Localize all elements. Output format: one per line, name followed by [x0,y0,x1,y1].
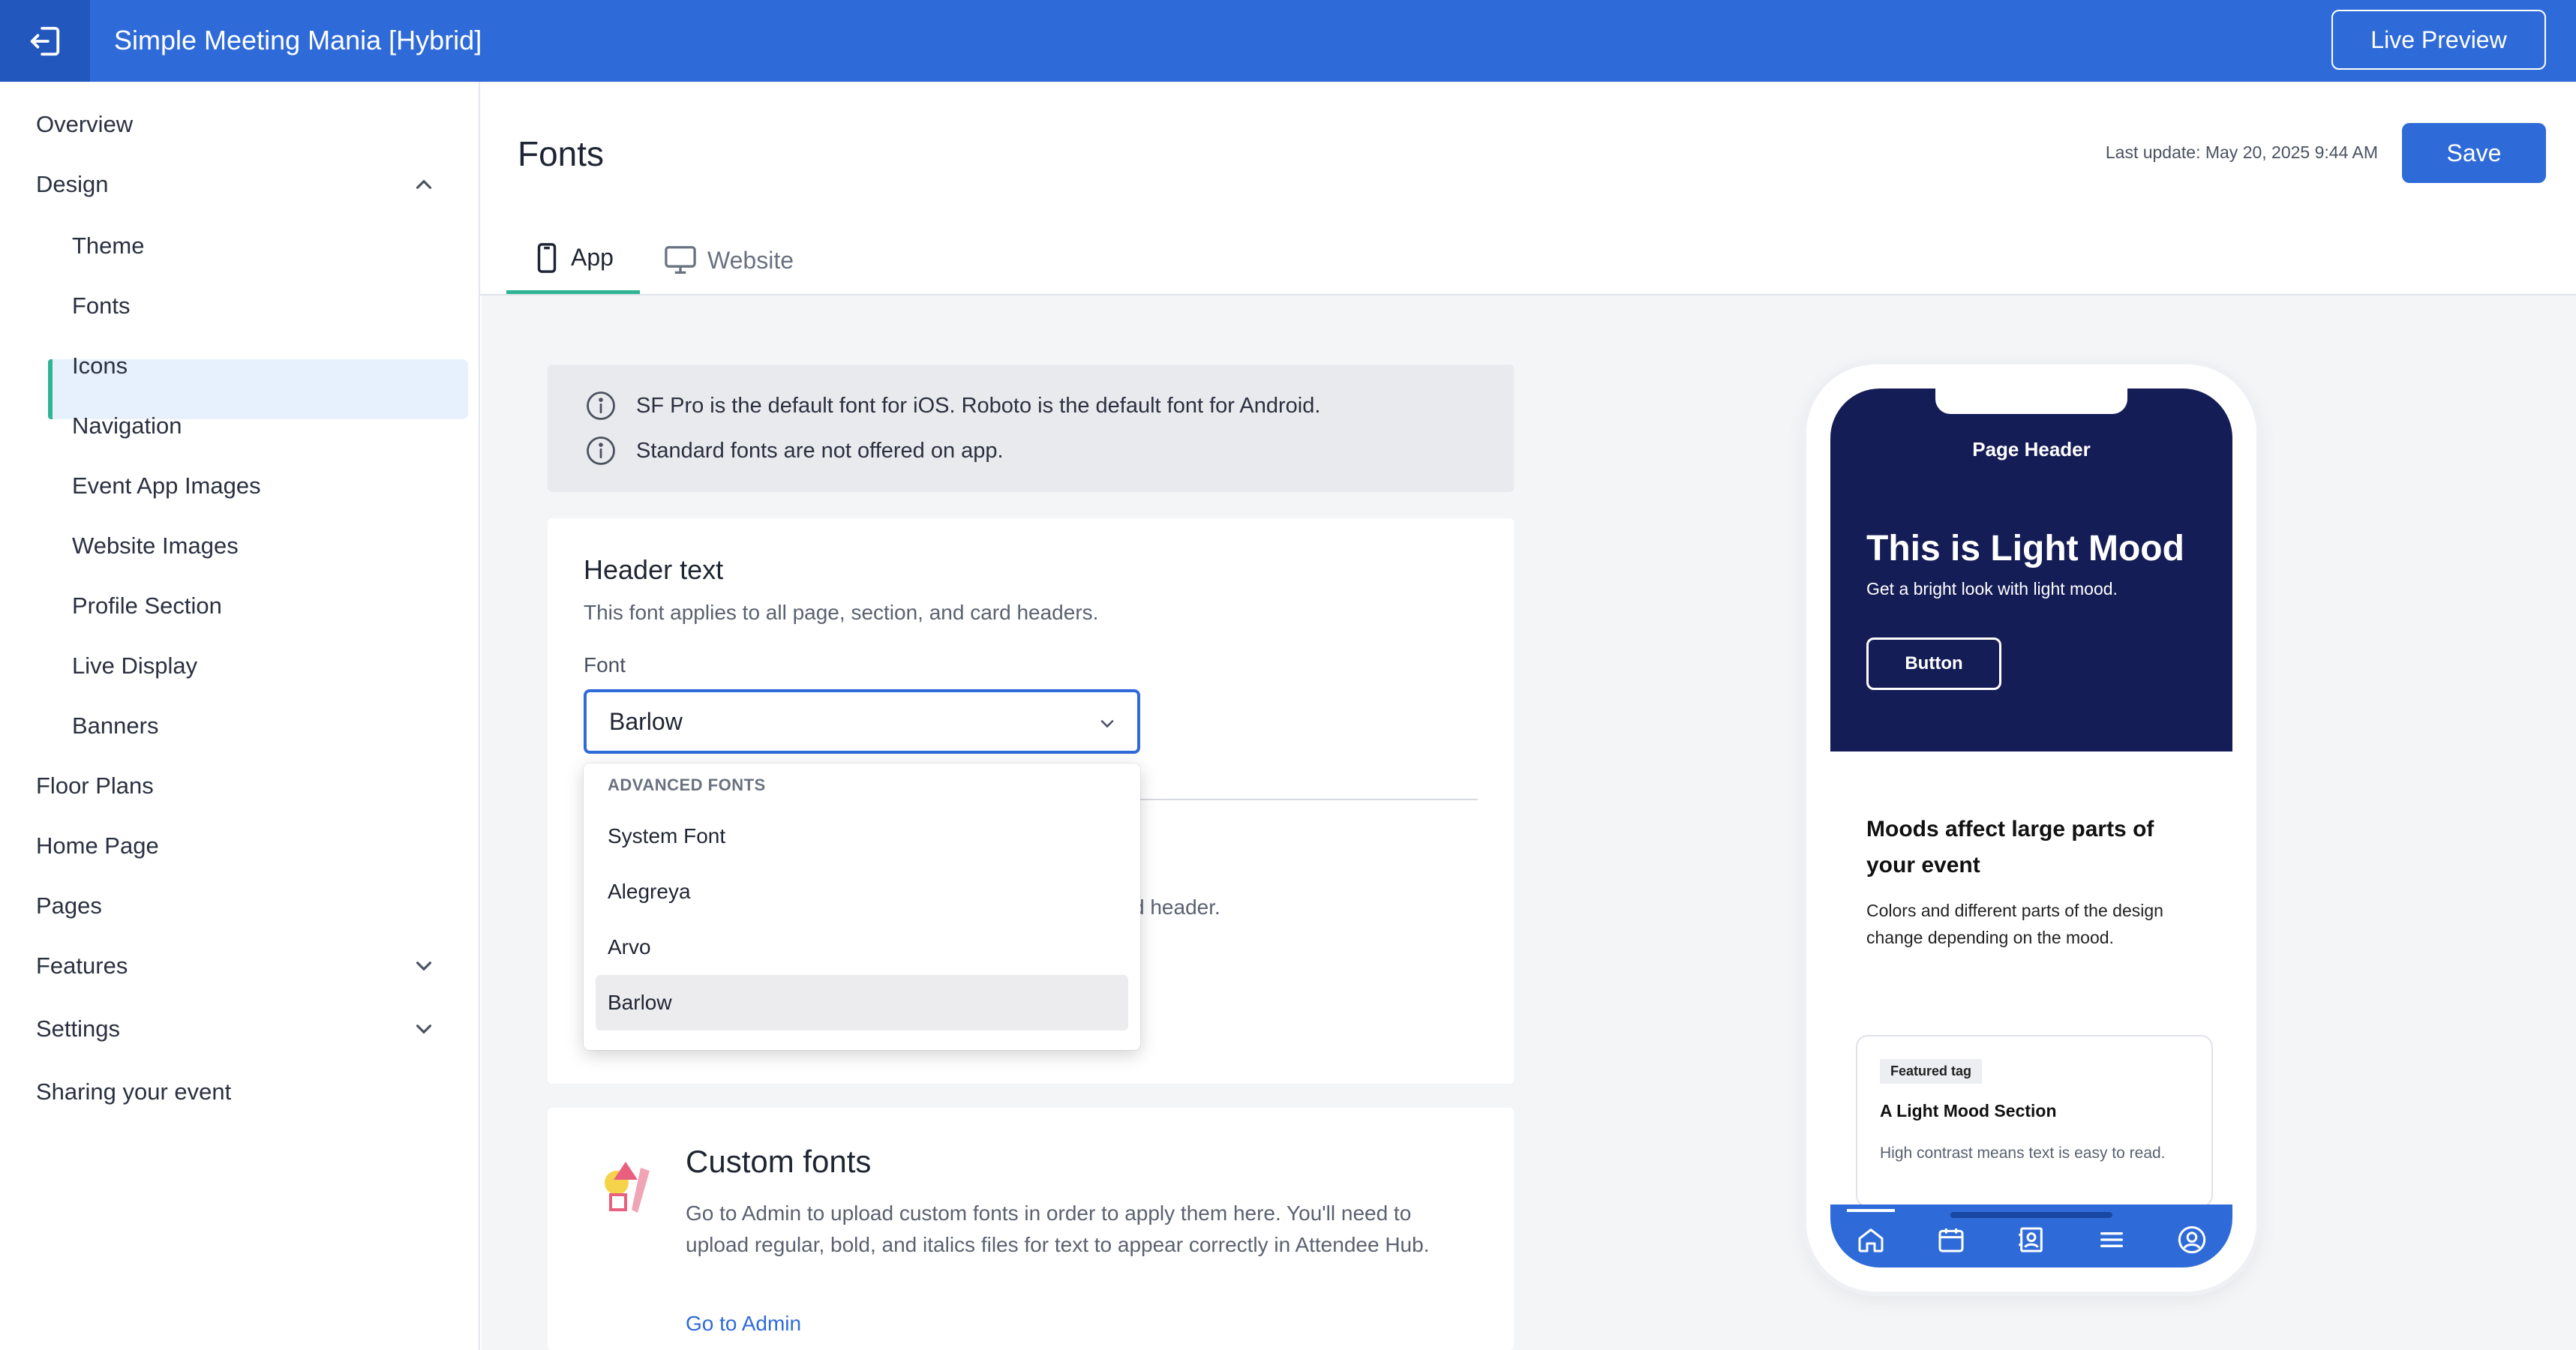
font-option-selected[interactable]: Barlow [596,975,1128,1030]
sidebar-item-icons[interactable]: Icons [72,351,128,381]
profile-icon [2173,1221,2211,1258]
tab-website[interactable]: Website [664,225,829,296]
exit-button[interactable] [0,0,90,82]
top-bar: Simple Meeting Mania [Hybrid] Live Previ… [0,0,2576,82]
sidebar-item-live-display[interactable]: Live Display [72,651,197,681]
font-option[interactable]: Arvo [596,920,1128,975]
phone-icon [537,242,557,273]
sidebar-item-floor-plans[interactable]: Floor Plans [36,771,154,801]
contacts-icon [2013,1221,2050,1258]
preview-moods-title: Moods affect large parts of your event [1866,817,2154,878]
font-select-value: Barlow [609,707,683,735]
chevron-down-icon[interactable] [411,1016,437,1042]
chevron-up-icon[interactable] [411,172,437,197]
font-label: Font [584,653,626,676]
sidebar-item-pages[interactable]: Pages [36,891,102,921]
sidebar-item-event-app-images[interactable]: Event App Images [72,471,261,501]
chevron-down-icon [1100,720,1114,728]
monitor-icon [665,246,696,274]
sidebar-item-fonts[interactable]: Fonts [72,291,131,321]
sidebar-item-sharing-your-event[interactable]: Sharing your event [36,1077,231,1107]
home-icon [1852,1221,1890,1258]
go-to-admin-link[interactable]: Go to Admin [686,1312,801,1336]
event-title: Simple Meeting Mania [Hybrid] [114,25,482,56]
header-text-title: Header text [584,554,724,585]
preview-button: Button [1866,638,2001,690]
info-banner: SF Pro is the default font for iOS. Robo… [548,364,1514,492]
tab-website-label: Website [707,246,794,274]
preview-hero: Page Header This is Light Mood Get a bri… [1830,388,2232,752]
preview-page-header: Page Header [1972,438,2091,460]
preview-card-tag: Featured tag [1880,1059,1983,1084]
font-option[interactable]: System Font [596,808,1128,864]
calendar-icon [1932,1221,1970,1258]
sidebar-item-design[interactable]: Design [36,170,109,200]
dropdown-group-label: ADVANCED FONTS [608,776,766,794]
sidebar-item-features[interactable]: Features [36,951,128,981]
sidebar-item-home-page[interactable]: Home Page [36,831,159,861]
font-dropdown-menu: ADVANCED FONTS System Font Alegreya Arvo… [584,764,1140,1050]
sidebar-item-website-images[interactable]: Website Images [72,531,239,561]
save-button[interactable]: Save [2402,123,2546,183]
sidebar-item-profile-section[interactable]: Profile Section [72,591,222,621]
sidebar-item-banners[interactable]: Banners [72,711,158,741]
tab-app[interactable]: App [506,225,640,296]
tab-app-label: App [571,244,614,271]
preview-moods-text: Colors and different parts of the design… [1866,901,2163,947]
info-icon [587,392,615,420]
font-select[interactable]: Barlow [584,689,1140,754]
sidebar-item-navigation[interactable]: Navigation [72,411,182,441]
font-option[interactable]: Alegreya [596,864,1128,920]
menu-icon [2093,1221,2130,1258]
home-indicator [1950,1212,2112,1218]
nav-active-indicator [1847,1209,1895,1212]
info-line: Standard fonts are not offered on app. [585,435,1004,466]
live-preview-button[interactable]: Live Preview [2331,10,2546,70]
preview-hero-title: This is Light Mood [1866,529,2184,568]
phone-screen: Page Header This is Light Mood Get a bri… [1830,388,2232,1268]
page-title: Fonts [518,134,605,173]
app-preview-phone: Page Header This is Light Mood Get a bri… [1806,364,2256,1292]
info-line: SF Pro is the default font for iOS. Robo… [585,390,1320,422]
sidebar: Overview Design Theme Fonts Icons Naviga… [0,82,480,1350]
preview-card-title: A Light Mood Section [1880,1101,2057,1120]
preview-hero-subtitle: Get a bright look with light mood. [1866,579,2118,598]
custom-fonts-description: Go to Admin to upload custom fonts in or… [686,1202,1430,1256]
sidebar-item-overview[interactable]: Overview [36,110,133,140]
custom-fonts-title: Custom fonts [686,1144,872,1179]
exit-icon [30,26,60,56]
info-icon [587,436,615,465]
info-text: SF Pro is the default font for iOS. Robo… [636,393,1321,418]
obscured-description: d header. [1133,896,1220,919]
last-update-text: Last update: May 20, 2025 9:44 AM [2105,142,2378,162]
chevron-down-icon[interactable] [411,953,437,979]
sidebar-item-theme[interactable]: Theme [72,231,144,261]
preview-card-text: High contrast means text is easy to read… [1880,1144,2166,1162]
custom-fonts-card: Custom fonts Go to Admin to upload custo… [548,1108,1514,1350]
preview-card: Featured tag A Light Mood Section High c… [1856,1035,2213,1208]
info-text: Standard fonts are not offered on app. [636,438,1004,463]
shapes-illustration-icon [605,1162,650,1213]
sidebar-item-settings[interactable]: Settings [36,1014,120,1044]
phone-notch [1935,388,2127,414]
header-text-description: This font applies to all page, section, … [584,601,1099,624]
